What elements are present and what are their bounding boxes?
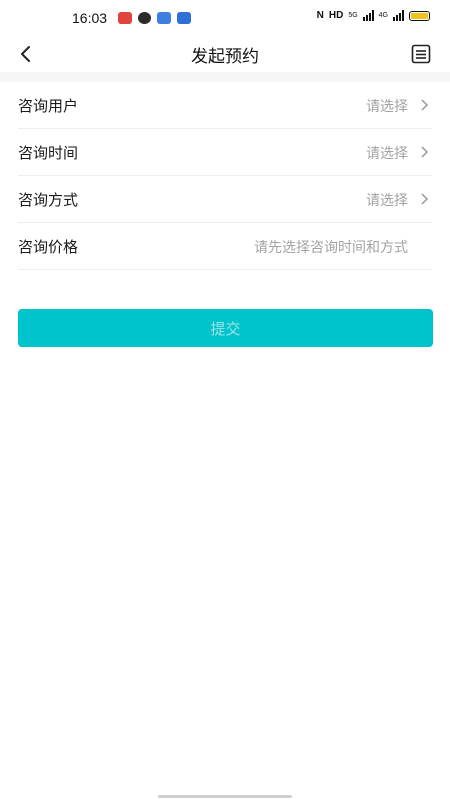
chevron-right-icon (421, 99, 429, 111)
consult-time-label: 咨询时间 (18, 144, 79, 162)
navigation-bar: 发起预约 (0, 38, 450, 72)
status-bar: 16:03 N HD 5G 4G (0, 0, 450, 38)
signal-strength-icon-2 (393, 10, 404, 21)
consult-method-value: 请选择 (366, 193, 408, 209)
consult-price-label: 咨询价格 (18, 238, 79, 256)
wechat-icon (138, 12, 151, 24)
consult-user-value: 请选择 (366, 99, 408, 115)
section-divider (0, 72, 450, 82)
submit-button[interactable]: 提交 (18, 309, 433, 347)
chevron-right-icon (421, 146, 429, 158)
page-title: 发起预约 (191, 47, 259, 67)
home-indicator[interactable] (158, 795, 292, 798)
consult-method-row[interactable]: 咨询方式 请选择 (18, 176, 432, 223)
consult-user-row[interactable]: 咨询用户 请选择 (18, 82, 432, 129)
consult-price-value: 请先选择咨询时间和方式 (254, 240, 408, 256)
nfc-icon: N (316, 10, 324, 21)
status-time: 16:03 (72, 10, 108, 26)
battery-level (411, 12, 428, 19)
status-app-icons (118, 12, 191, 24)
consult-user-label: 咨询用户 (18, 97, 79, 115)
consult-time-row[interactable]: 咨询时间 请选择 (18, 129, 432, 176)
chevron-right-icon (421, 193, 429, 205)
notification-app-icon (118, 12, 132, 24)
message-app-icon (157, 12, 171, 24)
network-label: HD (328, 10, 344, 21)
consult-time-value: 请选择 (366, 146, 408, 162)
signal-4g-label: 4G (378, 12, 388, 19)
signal-strength-icon (362, 10, 374, 21)
battery-icon (409, 10, 430, 21)
consult-price-row: 咨询价格 请先选择咨询时间和方式 (18, 223, 432, 270)
status-indicators: N HD 5G 4G (317, 10, 430, 21)
records-button[interactable] (408, 41, 434, 67)
signal-5g-label: 5G (348, 12, 358, 19)
appointment-form: 咨询用户 请选择 咨询时间 请选择 咨询方式 请选择 咨询价格 请先选择咨询时间… (0, 82, 450, 270)
consult-method-label: 咨询方式 (18, 191, 79, 209)
cloud-app-icon (177, 12, 191, 24)
document-list-icon (411, 44, 431, 64)
